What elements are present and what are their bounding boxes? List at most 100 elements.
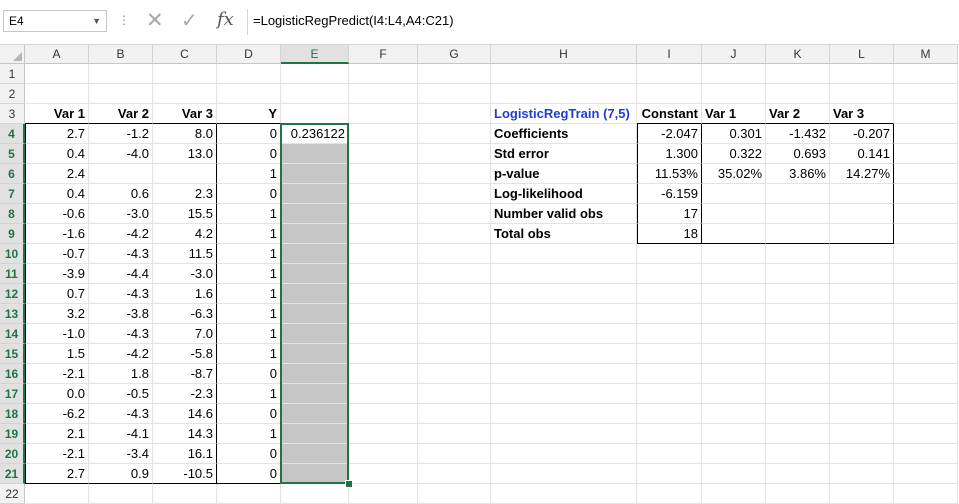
column-header-i[interactable]: I [637, 45, 702, 64]
header-y[interactable]: Y [217, 104, 281, 124]
data-cell-b16[interactable]: 1.8 [89, 364, 153, 384]
data-cell-d15[interactable]: 1 [217, 344, 281, 364]
grid-cell[interactable] [894, 424, 958, 444]
grid-cell[interactable] [491, 484, 637, 504]
data-cell-c6[interactable] [153, 164, 217, 184]
prediction-cell-e8[interactable] [281, 204, 349, 224]
grid-cell[interactable] [491, 324, 637, 344]
model-value-i7[interactable]: -6.159 [637, 184, 702, 204]
data-cell-c9[interactable]: 4.2 [153, 224, 217, 244]
row-header-8[interactable]: 8 [0, 204, 25, 224]
data-cell-d18[interactable]: 0 [217, 404, 281, 424]
data-cell-d10[interactable]: 1 [217, 244, 281, 264]
model-value-i5[interactable]: 1.300 [637, 144, 702, 164]
grid-cell[interactable] [217, 84, 281, 104]
data-cell-d12[interactable]: 1 [217, 284, 281, 304]
prediction-cell-e15[interactable] [281, 344, 349, 364]
grid-cell[interactable] [491, 384, 637, 404]
grid-cell[interactable] [349, 484, 418, 504]
model-value-l7[interactable] [830, 184, 894, 204]
grid-cell[interactable] [153, 84, 217, 104]
grid-cell[interactable] [349, 84, 418, 104]
data-cell-b15[interactable]: -4.2 [89, 344, 153, 364]
data-cell-c20[interactable]: 16.1 [153, 444, 217, 464]
grid-cell[interactable] [349, 304, 418, 324]
row-header-13[interactable]: 13 [0, 304, 25, 324]
grid-cell[interactable] [25, 84, 89, 104]
grid-cell[interactable] [418, 144, 491, 164]
data-cell-b10[interactable]: -4.3 [89, 244, 153, 264]
grid-cell[interactable] [702, 404, 766, 424]
grid-cell[interactable] [894, 284, 958, 304]
grid-cell[interactable] [418, 164, 491, 184]
data-cell-d21[interactable]: 0 [217, 464, 281, 484]
data-cell-c8[interactable]: 15.5 [153, 204, 217, 224]
data-cell-d13[interactable]: 1 [217, 304, 281, 324]
grid-cell[interactable] [418, 444, 491, 464]
data-cell-a13[interactable]: 3.2 [25, 304, 89, 324]
grid-cell[interactable] [491, 404, 637, 424]
row-header-4[interactable]: 4 [0, 124, 25, 144]
data-cell-a19[interactable]: 2.1 [25, 424, 89, 444]
grid-cell[interactable] [418, 464, 491, 484]
data-cell-a10[interactable]: -0.7 [25, 244, 89, 264]
grid-cell[interactable] [637, 344, 702, 364]
row-header-7[interactable]: 7 [0, 184, 25, 204]
grid-cell[interactable] [894, 84, 958, 104]
model-value-i4[interactable]: -2.047 [637, 124, 702, 144]
grid-cell[interactable] [281, 484, 349, 504]
model-row-label[interactable]: p-value [491, 164, 637, 184]
model-row-label[interactable]: Total obs [491, 224, 637, 244]
grid-cell[interactable] [349, 124, 418, 144]
data-cell-c11[interactable]: -3.0 [153, 264, 217, 284]
grid-cell[interactable] [418, 224, 491, 244]
grid-cell[interactable] [349, 164, 418, 184]
model-value-k5[interactable]: 0.693 [766, 144, 830, 164]
grid-cell[interactable] [491, 424, 637, 444]
grid-cell[interactable] [418, 384, 491, 404]
fill-handle[interactable] [345, 480, 353, 488]
model-header-i[interactable]: Constant [637, 104, 702, 124]
prediction-cell-e5[interactable] [281, 144, 349, 164]
grid-cell[interactable] [25, 484, 89, 504]
enter-icon[interactable]: ✓ [181, 9, 198, 33]
data-cell-a18[interactable]: -6.2 [25, 404, 89, 424]
grid-cell[interactable] [418, 304, 491, 324]
grid-cell[interactable] [491, 244, 637, 264]
grid-cell[interactable] [702, 284, 766, 304]
data-cell-c4[interactable]: 8.0 [153, 124, 217, 144]
grid-cell[interactable] [491, 344, 637, 364]
grid-cell[interactable] [25, 64, 89, 84]
grid-cell[interactable] [217, 484, 281, 504]
data-cell-c5[interactable]: 13.0 [153, 144, 217, 164]
cancel-icon[interactable]: ✕ [146, 9, 164, 33]
grid-cell[interactable] [418, 264, 491, 284]
model-value-j7[interactable] [702, 184, 766, 204]
model-value-l8[interactable] [830, 204, 894, 224]
model-value-k4[interactable]: -1.432 [766, 124, 830, 144]
model-value-k6[interactable]: 3.86% [766, 164, 830, 184]
row-header-9[interactable]: 9 [0, 224, 25, 244]
model-header-l[interactable]: Var 3 [830, 104, 894, 124]
model-value-l5[interactable]: 0.141 [830, 144, 894, 164]
grid-cell[interactable] [637, 404, 702, 424]
grid-cell[interactable] [491, 444, 637, 464]
grid-cell[interactable] [894, 184, 958, 204]
data-cell-b11[interactable]: -4.4 [89, 264, 153, 284]
data-cell-c16[interactable]: -8.7 [153, 364, 217, 384]
header-var3[interactable]: Var 3 [153, 104, 217, 124]
header-var2[interactable]: Var 2 [89, 104, 153, 124]
chevron-down-icon[interactable]: ▼ [92, 11, 101, 31]
grid-cell[interactable] [349, 464, 418, 484]
row-header-10[interactable]: 10 [0, 244, 25, 264]
prediction-cell-e21[interactable] [281, 464, 349, 484]
column-header-l[interactable]: L [830, 45, 894, 64]
grid-cell[interactable] [637, 464, 702, 484]
grid-cell[interactable] [637, 244, 702, 264]
data-cell-a16[interactable]: -2.1 [25, 364, 89, 384]
data-cell-d11[interactable]: 1 [217, 264, 281, 284]
grid-cell[interactable] [637, 424, 702, 444]
data-cell-d19[interactable]: 1 [217, 424, 281, 444]
row-header-19[interactable]: 19 [0, 424, 25, 444]
data-cell-b13[interactable]: -3.8 [89, 304, 153, 324]
